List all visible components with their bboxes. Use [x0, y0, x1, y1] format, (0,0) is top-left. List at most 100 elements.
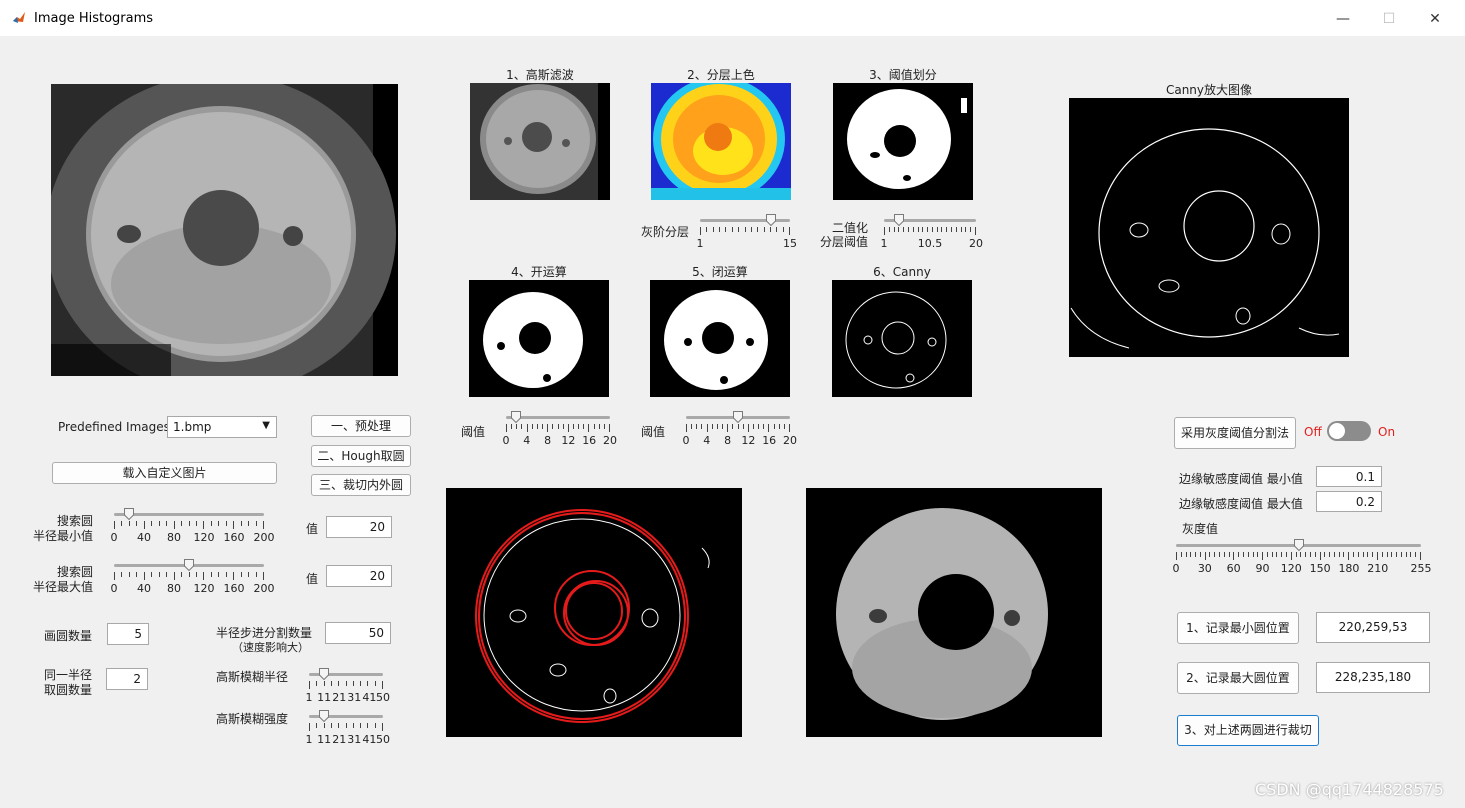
min-radius-slider[interactable]: 0 40 80 120 160 200 — [110, 508, 275, 544]
crop-two-circles-button[interactable]: 3、对上述两圆进行裁切 — [1177, 715, 1319, 746]
max-circle-value[interactable]: 228,235,180 — [1316, 662, 1430, 693]
min-circle-value[interactable]: 220,259,53 — [1316, 612, 1430, 643]
slider-track — [700, 219, 790, 222]
close-slider-label: 阈值 — [641, 425, 666, 439]
slider-tick-label: 8 — [724, 434, 732, 447]
slider-ticks — [1176, 552, 1421, 560]
watermark: CSDN @qq1744828575 — [1255, 780, 1444, 799]
slider-tick-label: 160 — [223, 531, 245, 544]
slider-tick-label: 31 — [347, 733, 362, 746]
slider-tick-label: 80 — [167, 582, 181, 595]
slider-ticks — [884, 227, 976, 235]
binary-slider[interactable]: 1 10.5 20 — [880, 214, 983, 250]
slider-tick-label: 41 — [362, 691, 377, 704]
open-slider-label: 阈值 — [461, 425, 486, 439]
toggle-on-label: On — [1378, 425, 1396, 439]
matlab-icon — [13, 12, 25, 23]
slider-tick-label: 40 — [137, 582, 151, 595]
blur-strength-label: 高斯模糊强度 — [216, 712, 289, 726]
open-image — [469, 280, 609, 397]
layer-slider-label: 灰阶分层 — [641, 225, 690, 239]
slider-ticks — [309, 681, 383, 689]
slider-tick-label: 120 — [193, 531, 215, 544]
canny-image — [832, 280, 972, 397]
layer-slider[interactable]: 1 15 — [697, 214, 797, 250]
circle-count-label: 画圆数量 — [44, 629, 93, 643]
chevron-down-icon: ▼ — [262, 420, 270, 431]
same-radius-count-input[interactable]: 2 — [106, 668, 148, 690]
slider-tick-label: 90 — [1255, 562, 1270, 575]
gray-value-slider[interactable]: 0 30 60 90 120 150 180 210 255 — [1173, 539, 1432, 575]
slider-tick-label: 180 — [1338, 562, 1360, 575]
slider-tick-label: 60 — [1226, 562, 1241, 575]
record-min-circle-button[interactable]: 1、记录最小圆位置 — [1177, 612, 1299, 644]
slider-ticks — [700, 227, 790, 235]
canny-caption: 6、Canny — [873, 265, 931, 279]
max-radius-label2: 半径最大值 — [33, 580, 94, 594]
open-threshold-slider[interactable]: 0 4 8 12 16 20 — [502, 411, 617, 447]
slider-tick-label: 16 — [762, 434, 777, 447]
slider-tick-label: 50 — [376, 733, 390, 746]
slider-thumb[interactable] — [1293, 539, 1304, 551]
slider-thumb[interactable] — [184, 559, 194, 571]
slider-tick-label: 200 — [253, 531, 275, 544]
slider-tick-label: 12 — [561, 434, 576, 447]
canny-big-image — [1069, 98, 1349, 357]
predefined-images-dropdown[interactable]: 1.bmp ▼ — [167, 416, 277, 438]
blur-radius-slider[interactable]: 1 11 21 31 41 50 — [306, 668, 390, 704]
edge-min-input[interactable]: 0.1 — [1316, 466, 1382, 487]
crop-image — [806, 488, 1102, 737]
slider-tick-label: 21 — [332, 691, 347, 704]
edge-max-input[interactable]: 0.2 — [1316, 491, 1382, 512]
slider-tick-label: 10.5 — [917, 237, 943, 250]
main-image — [51, 84, 398, 376]
preprocess-button[interactable]: 一、预处理 — [311, 415, 411, 437]
hough-button[interactable]: 二、Hough取圆 — [311, 445, 411, 467]
crop-circles-button[interactable]: 三、裁切内外圆 — [311, 474, 411, 496]
slider-tick-label: 30 — [1197, 562, 1212, 575]
slider-tick-label: 0 — [110, 582, 118, 595]
slider-tick-label: 1 — [880, 237, 888, 250]
slider-track — [506, 416, 610, 419]
slider-thumb[interactable] — [319, 710, 330, 722]
load-custom-image-button[interactable]: 载入自定义图片 — [52, 462, 277, 484]
slider-thumb[interactable] — [893, 214, 904, 226]
slider-thumb[interactable] — [511, 411, 522, 423]
circle-count-input[interactable]: 5 — [107, 623, 149, 645]
slider-tick-label: 50 — [376, 691, 390, 704]
slider-tick-label: 16 — [582, 434, 597, 447]
same-radius-label2: 取圆数量 — [44, 683, 93, 697]
predefined-images-label: Predefined Images — [58, 420, 170, 434]
step-count-input[interactable]: 50 — [325, 622, 391, 644]
max-radius-input[interactable]: 20 — [326, 565, 392, 587]
slider-tick-label: 0 — [502, 434, 510, 447]
gray-threshold-seg-button[interactable]: 采用灰度阈值分割法 — [1174, 417, 1296, 449]
max-radius-slider[interactable]: 0 40 80 120 160 200 — [110, 559, 275, 595]
record-max-circle-button[interactable]: 2、记录最大圆位置 — [1177, 662, 1299, 694]
binary-slider-label2: 分层阈值 — [820, 235, 869, 249]
title-bar: Image Histograms — ☐ ✕ — [0, 0, 1465, 36]
min-radius-input[interactable]: 20 — [326, 516, 392, 538]
blur-strength-slider[interactable]: 1 11 21 31 41 50 — [305, 710, 390, 746]
edge-max-label: 边缘敏感度阈值 最大值 — [1179, 497, 1303, 511]
slider-thumb[interactable] — [765, 214, 776, 226]
slider-tick-label: 1 — [305, 733, 313, 746]
gauss-caption: 1、高斯滤波 — [506, 68, 574, 82]
slider-tick-label: 120 — [193, 582, 215, 595]
close-button[interactable]: ✕ — [1412, 6, 1458, 32]
slider-tick-label: 0 — [110, 531, 118, 544]
close-threshold-slider[interactable]: 0 4 8 12 16 20 — [683, 411, 797, 447]
slider-thumb[interactable] — [319, 668, 330, 680]
maximize-button[interactable]: ☐ — [1366, 6, 1412, 32]
thresh-caption: 3、阈值划分 — [869, 68, 937, 82]
slider-thumb[interactable] — [124, 508, 134, 520]
slider-thumb[interactable] — [733, 411, 743, 423]
edge-min-label: 边缘敏感度阈值 最小值 — [1179, 472, 1303, 486]
slider-tick-label: 11 — [317, 691, 332, 704]
slider-track — [114, 513, 264, 516]
slider-tick-label: 4 — [703, 434, 711, 447]
close-image — [650, 280, 790, 397]
slider-tick-label: 41 — [362, 733, 377, 746]
minimize-button[interactable]: — — [1320, 6, 1366, 32]
gray-seg-toggle[interactable] — [1327, 421, 1371, 441]
